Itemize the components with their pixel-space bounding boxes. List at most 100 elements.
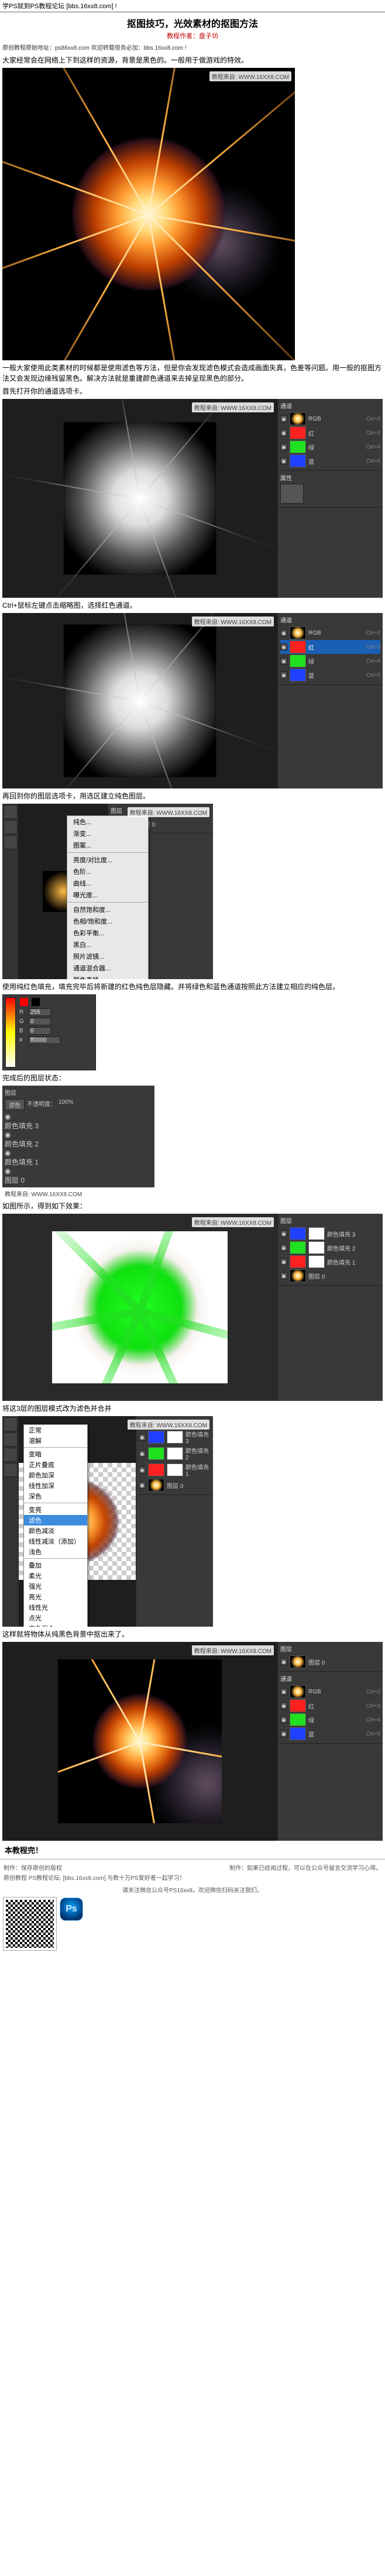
layer-name[interactable]: 图层 0	[308, 1658, 380, 1666]
visibility-toggle-icon[interactable]: ◉	[139, 1450, 146, 1457]
blend-mode-item[interactable]: 实色混合	[24, 1623, 87, 1627]
layer-name[interactable]: 图层 0	[308, 1272, 380, 1280]
layers-tab[interactable]: 图层	[280, 1216, 380, 1225]
blend-mode-item[interactable]: 颜色加深	[24, 1470, 87, 1480]
layer-row[interactable]: ◉颜色填充 2	[139, 1445, 211, 1462]
visibility-toggle-icon[interactable]: ◉	[280, 1688, 287, 1695]
visibility-toggle-icon[interactable]: ◉	[280, 643, 287, 650]
layer-name[interactable]: 颜色填充 1	[185, 1462, 211, 1478]
layer-name[interactable]: 颜色填充 2	[327, 1244, 380, 1252]
menu-item[interactable]: 通道混合器...	[67, 962, 148, 974]
menu-item[interactable]: 颜色查找...	[67, 974, 148, 979]
menu-item[interactable]: 曝光度...	[67, 889, 148, 901]
layer-name[interactable]: 颜色填充 1	[327, 1258, 380, 1266]
menu-item[interactable]: 色阶...	[67, 866, 148, 877]
visibility-toggle-icon[interactable]: ◉	[139, 1482, 146, 1489]
menu-item[interactable]: 纯色...	[67, 816, 148, 828]
channel-row-蓝[interactable]: ◉蓝Ctrl+5	[280, 454, 380, 468]
blend-mode-menu[interactable]: 正常溶解变暗正片叠底颜色加深线性加深深色变亮滤色颜色减淡线性减淡（添加）浅色叠加…	[23, 1424, 88, 1627]
channel-row-RGB[interactable]: ◉RGBCtrl+2	[280, 412, 380, 426]
visibility-toggle-icon[interactable]: ◉	[280, 1230, 287, 1237]
visibility-toggle-icon[interactable]: ◉	[280, 429, 287, 436]
channel-row-RGB[interactable]: ◉RGBCtrl+2	[280, 1685, 380, 1699]
visibility-toggle-icon[interactable]: ◉	[280, 629, 287, 636]
channel-row-蓝[interactable]: ◉蓝Ctrl+5	[280, 668, 380, 682]
menu-item[interactable]: 自然饱和度...	[67, 904, 148, 915]
blend-mode-item[interactable]: 线性光	[24, 1602, 87, 1613]
visibility-toggle-icon[interactable]: ◉	[280, 1730, 287, 1737]
channel-row-蓝[interactable]: ◉蓝Ctrl+5	[280, 1727, 380, 1741]
channels-tab[interactable]: 通道	[280, 1674, 380, 1683]
layer-name[interactable]: 图层 0	[5, 1176, 25, 1184]
input-hex[interactable]	[29, 1036, 60, 1044]
channel-row-绿[interactable]: ◉绿Ctrl+4	[280, 654, 380, 668]
layer-name[interactable]: 图层 0	[139, 819, 211, 828]
input-r[interactable]	[29, 1008, 51, 1016]
layers-tab[interactable]: 图层	[5, 1088, 16, 1097]
layer-name[interactable]: 颜色填充 3	[327, 1230, 380, 1238]
channel-row-红[interactable]: ◉红Ctrl+3	[280, 1699, 380, 1713]
layer-row[interactable]: ◉颜色填充 1	[5, 1149, 152, 1167]
new-fill-context-menu[interactable]: 纯色...渐变...图案... 亮度/对比度...色阶...曲线...曝光度..…	[67, 815, 149, 979]
swatch-red[interactable]	[19, 997, 29, 1007]
menu-item[interactable]: 照片滤镜...	[67, 950, 148, 962]
visibility-toggle-icon[interactable]: ◉	[139, 1466, 146, 1473]
visibility-toggle-icon[interactable]: ◉	[280, 1258, 287, 1265]
menu-item[interactable]: 色彩平衡...	[67, 927, 148, 939]
visibility-toggle-icon[interactable]: ◉	[280, 457, 287, 464]
layer-name[interactable]: 颜色填充 1	[5, 1158, 39, 1166]
blend-mode-item[interactable]: 叠加	[24, 1560, 87, 1571]
layer-row[interactable]: ◉颜色填充 3	[5, 1113, 152, 1131]
visibility-toggle-icon[interactable]: ◉	[5, 1167, 152, 1175]
layer-row[interactable]: ◉ 颜色填充 1	[280, 1255, 380, 1269]
layer-row[interactable]: ◉颜色填充 2	[5, 1131, 152, 1149]
layer-row[interactable]: ◉图层 0	[5, 1167, 152, 1185]
visibility-toggle-icon[interactable]: ◉	[5, 1113, 152, 1121]
blend-mode-item[interactable]: 柔光	[24, 1571, 87, 1581]
visibility-toggle-icon[interactable]: ◉	[280, 415, 287, 422]
blend-mode-select[interactable]: 滤色	[5, 1099, 25, 1110]
visibility-toggle-icon[interactable]: ◉	[280, 1244, 287, 1251]
visibility-toggle-icon[interactable]: ◉	[139, 1434, 146, 1441]
blend-mode-item[interactable]: 亮光	[24, 1592, 87, 1602]
opacity-value[interactable]: 100%	[59, 1099, 74, 1110]
visibility-toggle-icon[interactable]: ◉	[280, 657, 287, 664]
layer-row[interactable]: ◉图层 0	[139, 1478, 211, 1492]
visibility-toggle-icon[interactable]: ◉	[280, 671, 287, 679]
blend-mode-item[interactable]: 颜色减淡	[24, 1525, 87, 1536]
blend-mode-item[interactable]: 正片叠底	[24, 1459, 87, 1470]
channels-tab[interactable]: 通道	[280, 401, 380, 410]
visibility-toggle-icon[interactable]: ◉	[280, 1272, 287, 1279]
layer-name[interactable]: 颜色填充 3	[5, 1122, 39, 1130]
layer-row[interactable]: ◉ 颜色填充 3	[139, 1429, 211, 1445]
layer-name[interactable]: 颜色填充 2	[5, 1140, 39, 1148]
channels-tab[interactable]: 通道	[280, 615, 380, 624]
channel-row-RGB[interactable]: ◉RGBCtrl+2	[280, 626, 380, 640]
layer-row[interactable]: ◉ 颜色填充 2	[280, 1241, 380, 1255]
menu-item[interactable]: 渐变...	[67, 828, 148, 839]
blend-mode-item[interactable]: 线性加深	[24, 1480, 87, 1491]
layer-name[interactable]: 颜色填充 3	[185, 1430, 211, 1445]
menu-item[interactable]: 曲线...	[67, 877, 148, 889]
visibility-toggle-icon[interactable]: ◉	[5, 1149, 152, 1157]
layers-tab[interactable]: 图层	[280, 1644, 380, 1653]
menu-item[interactable]: 色相/饱和度...	[67, 915, 148, 927]
color-ramp[interactable]	[5, 997, 16, 1067]
blend-mode-item[interactable]: 正常	[24, 1425, 87, 1435]
visibility-toggle-icon[interactable]: ◉	[5, 1131, 152, 1139]
channel-row-红[interactable]: ◉红Ctrl+3	[280, 640, 380, 654]
menu-item[interactable]: 黑白...	[67, 939, 148, 950]
blend-mode-item[interactable]: 浅色	[24, 1547, 87, 1557]
visibility-toggle-icon[interactable]: ◉	[280, 443, 287, 450]
input-g[interactable]	[29, 1018, 51, 1025]
blend-mode-item[interactable]: 深色	[24, 1491, 87, 1501]
visibility-toggle-icon[interactable]: ◉	[280, 1702, 287, 1709]
visibility-toggle-icon[interactable]: ◉	[280, 1716, 287, 1723]
blend-mode-item[interactable]: 强光	[24, 1581, 87, 1592]
properties-tab[interactable]: 属性	[280, 473, 380, 482]
channel-row-红[interactable]: ◉红Ctrl+3	[280, 426, 380, 440]
blend-mode-item[interactable]: 滤色	[24, 1515, 87, 1525]
blend-mode-item[interactable]: 线性减淡（添加）	[24, 1536, 87, 1547]
blend-mode-item[interactable]: 变暗	[24, 1449, 87, 1459]
layer-row[interactable]: ◉ 图层 0	[280, 1269, 380, 1283]
